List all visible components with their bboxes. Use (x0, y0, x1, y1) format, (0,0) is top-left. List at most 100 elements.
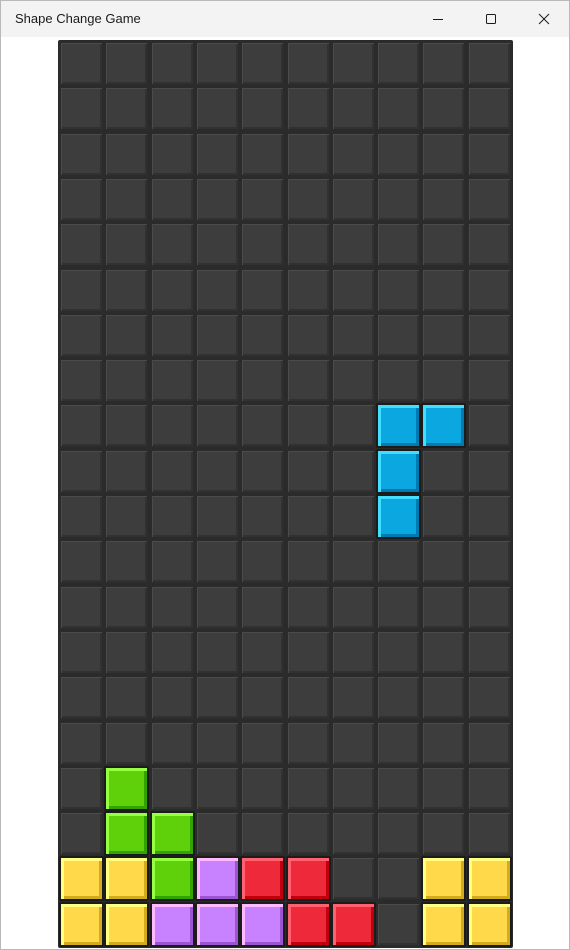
locked-block (59, 901, 104, 947)
board-cell (104, 403, 150, 449)
board-cell (240, 675, 286, 721)
board-cell (330, 86, 376, 132)
board-cell (466, 448, 512, 494)
board-cell (466, 494, 512, 539)
board-cell (240, 41, 286, 86)
board-cell (194, 629, 240, 675)
board-cell (330, 720, 376, 766)
board-cell (330, 131, 376, 177)
board-cell (330, 675, 376, 721)
board-cell (285, 312, 331, 358)
board-cell (285, 629, 331, 675)
board-cell (285, 222, 331, 268)
minimize-button[interactable] (415, 1, 461, 37)
board-cell (330, 358, 376, 404)
board-cell (59, 41, 104, 86)
board-cell (376, 856, 422, 902)
board-cell (466, 584, 512, 630)
board-cell (104, 176, 150, 222)
board-cell (421, 629, 467, 675)
maximize-icon (486, 14, 496, 24)
board-cell (149, 675, 195, 721)
board-cell (466, 403, 512, 449)
board-cell (104, 358, 150, 404)
board-cell (421, 41, 467, 86)
board-cell (59, 629, 104, 675)
board-cell (330, 312, 376, 358)
board-cell (194, 765, 240, 811)
board-cell (421, 539, 467, 585)
board-cell (376, 222, 422, 268)
title-bar[interactable]: Shape Change Game (1, 1, 569, 37)
board-cell (376, 312, 422, 358)
board-cell (59, 811, 104, 857)
board-cell (149, 629, 195, 675)
board-cell (194, 720, 240, 766)
locked-block (104, 856, 150, 902)
active-piece-block (421, 403, 467, 449)
board-cell (149, 131, 195, 177)
board-cell (149, 720, 195, 766)
board-cell (194, 448, 240, 494)
board-cell (376, 86, 422, 132)
board-cell (330, 448, 376, 494)
board-cell (421, 222, 467, 268)
board-cell (285, 720, 331, 766)
board-cell (330, 176, 376, 222)
game-board[interactable] (58, 40, 513, 948)
board-cell (240, 539, 286, 585)
board-cell (59, 494, 104, 539)
board-cell (421, 494, 467, 539)
board-cell (285, 176, 331, 222)
board-cell (149, 584, 195, 630)
board-cell (59, 675, 104, 721)
board-cell (285, 494, 331, 539)
board-cell (421, 584, 467, 630)
board-cell (330, 494, 376, 539)
board-cell (104, 86, 150, 132)
board-cell (194, 131, 240, 177)
board-cell (285, 765, 331, 811)
board-cell (59, 584, 104, 630)
board-cell (240, 86, 286, 132)
board-cell (149, 267, 195, 313)
board-cell (421, 358, 467, 404)
maximize-button[interactable] (468, 1, 514, 37)
locked-block (421, 856, 467, 902)
board-cell (59, 539, 104, 585)
board-cell (240, 765, 286, 811)
board-cell (194, 358, 240, 404)
board-cell (330, 41, 376, 86)
active-piece-block (376, 403, 422, 449)
board-cell (104, 312, 150, 358)
board-cell (104, 131, 150, 177)
locked-block (149, 856, 195, 902)
board-cell (466, 86, 512, 132)
board-cell (59, 720, 104, 766)
board-cell (330, 811, 376, 857)
board-cell (466, 267, 512, 313)
board-cell (240, 358, 286, 404)
board-cell (466, 41, 512, 86)
locked-block (149, 811, 195, 857)
board-cell (59, 267, 104, 313)
active-piece-block (376, 448, 422, 494)
locked-block (104, 811, 150, 857)
board-cell (104, 222, 150, 268)
board-cell (376, 358, 422, 404)
close-button[interactable] (521, 1, 567, 37)
close-icon (538, 13, 550, 25)
board-cell (285, 811, 331, 857)
board-cell (285, 584, 331, 630)
board-cell (104, 629, 150, 675)
board-cell (376, 176, 422, 222)
locked-block (240, 901, 286, 947)
locked-block (285, 901, 331, 947)
board-cell (466, 765, 512, 811)
board-cell (59, 403, 104, 449)
board-cell (104, 494, 150, 539)
board-cell (376, 720, 422, 766)
locked-block (466, 901, 512, 947)
board-cell (285, 41, 331, 86)
board-cell (104, 41, 150, 86)
